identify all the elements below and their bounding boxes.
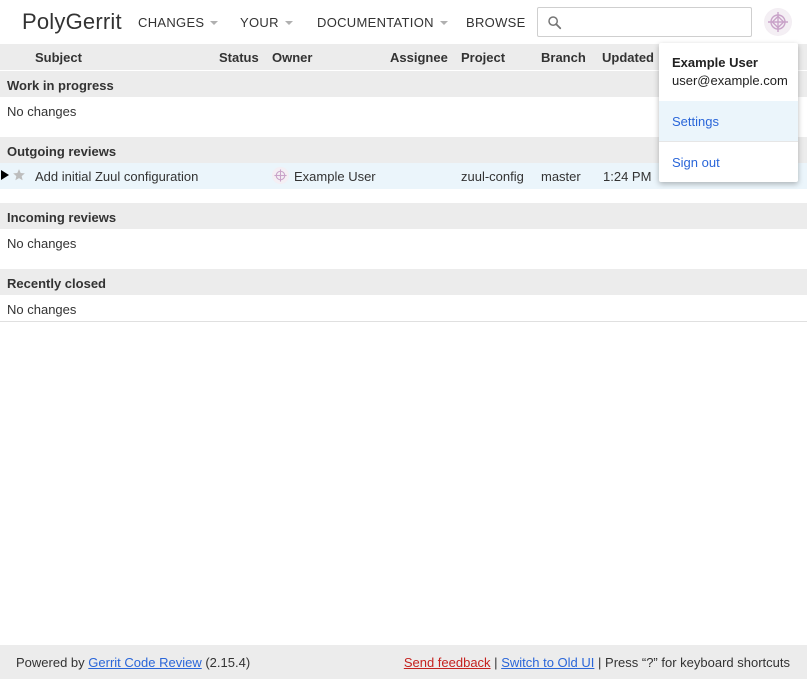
nav-your[interactable]: YOUR xyxy=(240,15,293,30)
nav-browse-label: BROWSE xyxy=(466,15,526,30)
column-owner: Owner xyxy=(272,50,313,65)
powered-by-text: Powered by xyxy=(16,655,85,670)
change-updated: 1:24 PM xyxy=(603,169,652,184)
nav-documentation-label: DOCUMENTATION xyxy=(317,15,434,30)
keyboard-shortcut-hint: Press “?” for keyboard shortcuts xyxy=(605,655,790,670)
star-icon[interactable] xyxy=(12,168,26,182)
account-name: Example User xyxy=(672,55,758,70)
account-avatar[interactable] xyxy=(764,8,792,36)
change-project-link[interactable]: zuul-config xyxy=(461,169,524,184)
search-box[interactable] xyxy=(537,7,752,37)
version-text: (2.15.4) xyxy=(205,655,251,670)
footer-powered-by: Powered by Gerrit Code Review (2.15.4) xyxy=(16,655,250,670)
nav-your-label: YOUR xyxy=(240,15,279,30)
avatar-icon xyxy=(765,9,791,35)
sign-out-menu-item[interactable]: Sign out xyxy=(659,141,798,181)
page-footer: Powered by Gerrit Code Review (2.15.4) S… xyxy=(0,645,807,679)
column-project: Project xyxy=(461,50,506,65)
table-bottom-divider xyxy=(0,321,807,322)
column-assignee: Assignee xyxy=(390,50,448,65)
account-dropdown: Example User user@example.com Settings S… xyxy=(659,43,798,182)
chevron-down-icon xyxy=(210,20,219,25)
app-logo[interactable]: PolyGerrit xyxy=(22,9,122,35)
section-header-recently-closed: Recently closed xyxy=(0,269,807,295)
empty-state-incoming-reviews: No changes xyxy=(0,229,807,269)
column-branch: Branch xyxy=(541,50,586,65)
change-subject-link[interactable]: Add initial Zuul configuration xyxy=(35,169,198,184)
nav-browse[interactable]: BROWSE xyxy=(466,15,526,30)
empty-state-recently-closed: No changes xyxy=(0,295,807,321)
top-header: PolyGerrit CHANGES YOUR DOCUMENTATION BR… xyxy=(0,0,807,44)
gerrit-code-review-link[interactable]: Gerrit Code Review xyxy=(88,655,201,670)
nav-changes-label: CHANGES xyxy=(138,15,205,30)
section-header-incoming-reviews: Incoming reviews xyxy=(0,203,807,229)
search-icon xyxy=(548,16,562,30)
avatar-icon xyxy=(272,167,289,184)
owner-avatar xyxy=(272,167,289,184)
chevron-down-icon xyxy=(439,20,448,25)
column-subject: Subject xyxy=(35,50,82,65)
footer-links: Send feedback | Switch to Old UI | Press… xyxy=(404,655,790,670)
footer-separator: | xyxy=(494,655,498,670)
change-owner-link[interactable]: Example User xyxy=(294,169,376,184)
column-updated: Updated xyxy=(602,50,654,65)
account-email: user@example.com xyxy=(672,73,788,88)
footer-separator: | xyxy=(598,655,602,670)
send-feedback-link[interactable]: Send feedback xyxy=(404,655,491,670)
nav-documentation[interactable]: DOCUMENTATION xyxy=(317,15,448,30)
column-status: Status xyxy=(219,50,259,65)
nav-changes[interactable]: CHANGES xyxy=(138,15,219,30)
settings-menu-item[interactable]: Settings xyxy=(659,101,798,141)
chevron-down-icon xyxy=(284,20,293,25)
switch-to-old-ui-link[interactable]: Switch to Old UI xyxy=(501,655,594,670)
row-cursor-arrow-icon xyxy=(1,170,9,180)
search-input[interactable] xyxy=(568,12,746,32)
change-branch-link[interactable]: master xyxy=(541,169,581,184)
